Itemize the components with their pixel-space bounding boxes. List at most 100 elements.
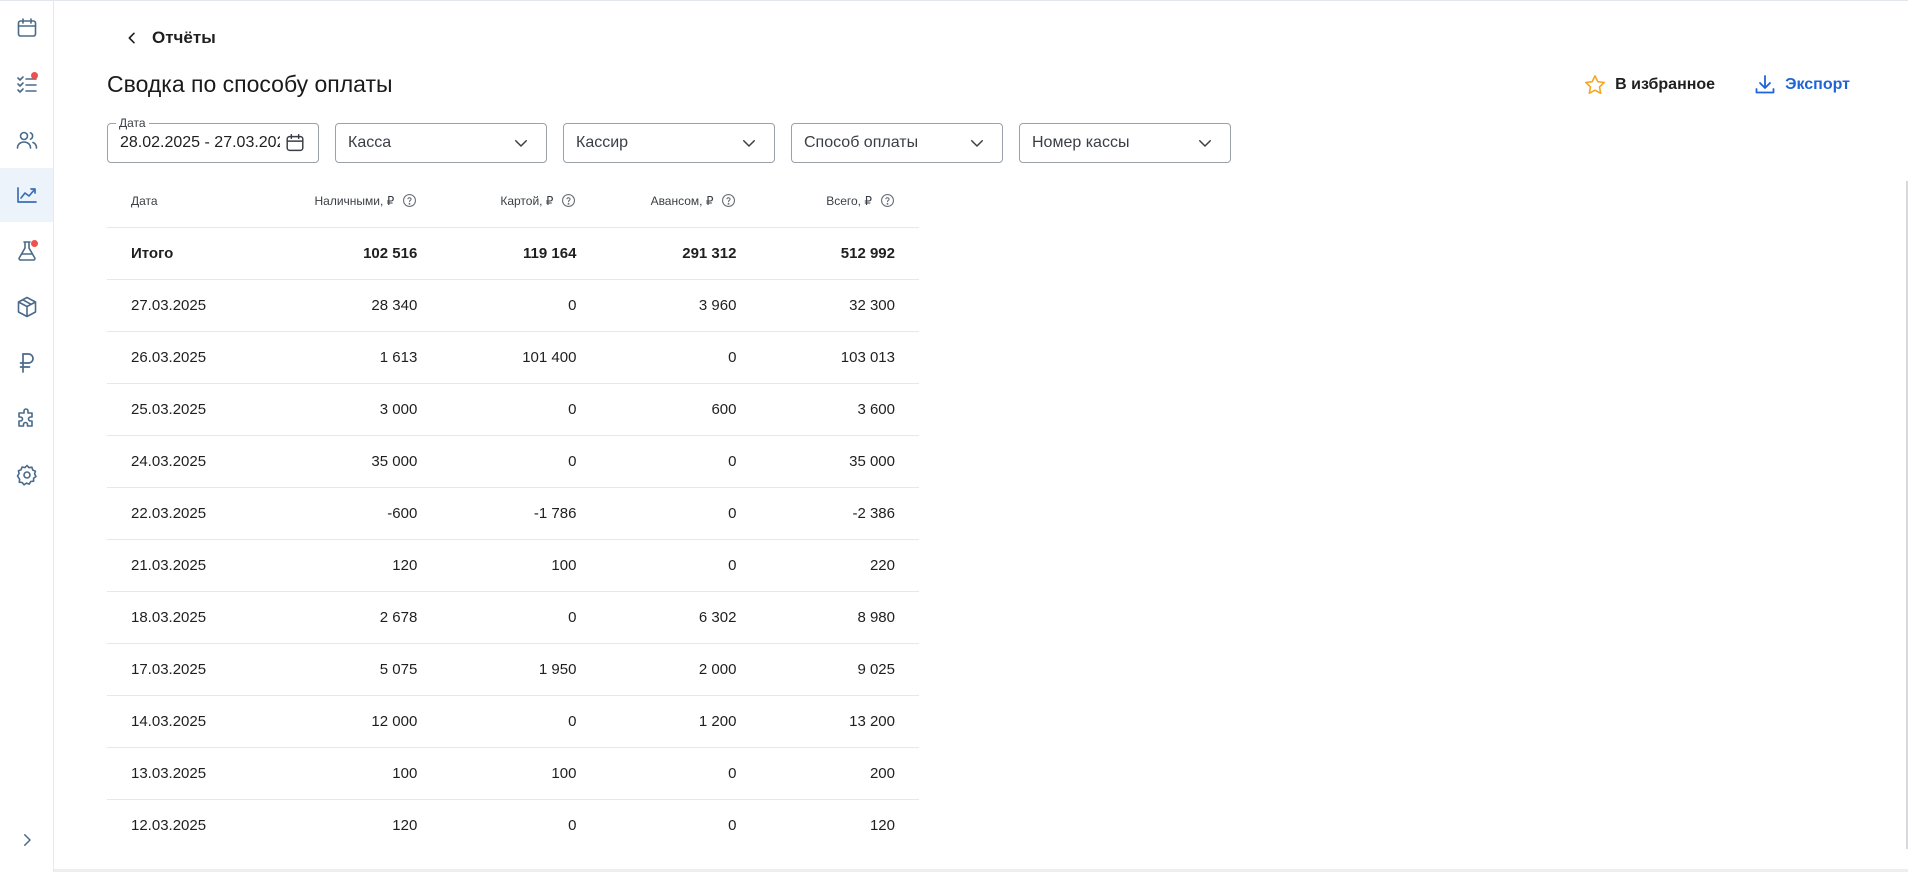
table-row[interactable]: 12.03.2025 120 0 0 120 [107,799,919,851]
cashier-select-placeholder: Кассир [576,134,629,151]
filters-bar: Дата 28.02.2025 - 27.03.2025 Касса Касси… [107,116,1231,163]
help-icon[interactable] [561,193,576,208]
row-advance: 3 960 [600,279,761,332]
chevron-down-icon [1199,140,1211,147]
sidebar-item-calendar[interactable] [0,1,53,55]
sidebar-item-inventory[interactable] [0,280,53,334]
row-date: 13.03.2025 [107,747,280,800]
help-icon[interactable] [880,193,895,208]
row-cash: 100 [279,747,442,800]
row-card: -1 786 [441,487,601,540]
sidebar-item-settings[interactable] [0,448,53,502]
row-cash: 35 000 [279,435,442,488]
row-sum: 13 200 [760,695,919,748]
row-sum: 3 600 [760,383,919,436]
table-row[interactable]: 25.03.2025 3 000 0 600 3 600 [107,383,919,436]
kassa-select-placeholder: Касса [348,134,392,151]
row-card: 100 [441,539,601,592]
help-icon[interactable] [721,193,736,208]
payment-method-select[interactable]: Способ оплаты [791,123,1003,163]
row-sum: 9 025 [760,643,919,696]
row-card: 100 [441,747,601,800]
row-sum: 35 000 [760,435,919,488]
table-row[interactable]: 27.03.2025 28 340 0 3 960 32 300 [107,279,919,332]
notification-badge [31,72,38,79]
calendar-icon[interactable] [284,132,306,154]
row-date: 24.03.2025 [107,435,280,488]
sidebar-item-reports[interactable] [0,168,53,222]
app-window: Отчёты Сводка по способу оплаты В избран… [0,0,1908,872]
page-actions: В избранное Экспорт [1583,73,1850,97]
row-cash: 120 [279,539,442,592]
row-sum: 103 013 [760,331,919,384]
chevron-right-icon [23,834,31,846]
sidebar-expand-button[interactable] [0,825,53,855]
table-row[interactable]: 17.03.2025 5 075 1 950 2 000 9 025 [107,643,919,696]
chevron-down-icon [515,140,527,147]
row-advance: 2 000 [600,643,761,696]
row-card: 1 950 [441,643,601,696]
chevron-down-icon [743,140,755,147]
chevron-down-icon [971,140,983,147]
row-advance: 0 [728,816,737,834]
column-header-card-label: Картой, ₽ [500,193,554,208]
sidebar-item-integrations[interactable] [0,392,53,446]
export-button[interactable]: Экспорт [1753,73,1850,97]
total-cash: 102 516 [279,227,442,280]
favorite-button[interactable]: В избранное [1583,73,1715,97]
total-sum: 512 992 [760,227,919,280]
table-total-row: Итого 102 516 119 164 291 312 512 992 [107,227,919,280]
row-date: 12.03.2025 [131,816,207,834]
row-advance: 600 [600,383,761,436]
cashier-select[interactable]: Кассир [563,123,775,163]
sidebar-item-lab[interactable] [0,224,53,278]
back-link[interactable]: Отчёты [124,25,216,51]
register-number-select[interactable]: Номер кассы [1019,123,1231,163]
row-advance: 0 [600,435,761,488]
row-sum: 220 [760,539,919,592]
row-advance: 0 [600,331,761,384]
table-row[interactable]: 18.03.2025 2 678 0 6 302 8 980 [107,591,919,644]
box-icon [17,296,36,318]
row-advance: 0 [600,747,761,800]
calendar-icon [17,18,36,37]
notification-badge [31,240,38,247]
row-card: 0 [441,695,601,748]
help-icon[interactable] [402,193,417,208]
star-icon [1585,75,1606,95]
page-title: Сводка по способу оплаты [107,71,393,97]
table-row[interactable]: 21.03.2025 120 100 0 220 [107,539,919,592]
kassa-select[interactable]: Касса [335,123,547,163]
date-range-label: Дата [116,116,149,130]
column-header-cash: Наличными, ₽ [279,175,442,228]
row-card: 0 [441,435,601,488]
row-advance: 0 [600,539,761,592]
sidebar [0,1,54,872]
row-card: 0 [568,816,577,834]
column-header-date-label: Дата [131,193,158,208]
row-cash: 3 000 [279,383,442,436]
table-row[interactable]: 13.03.2025 100 100 0 200 [107,747,919,800]
back-link-label: Отчёты [152,28,216,47]
sidebar-item-tasks[interactable] [0,57,53,111]
row-cash: 1 613 [279,331,442,384]
row-sum: 120 [869,816,895,834]
table-row[interactable]: 26.03.2025 1 613 101 400 0 103 013 [107,331,919,384]
row-card: 101 400 [441,331,601,384]
row-card: 0 [441,279,601,332]
sidebar-item-finance[interactable] [0,336,53,390]
sidebar-item-users[interactable] [0,113,53,167]
table-row[interactable]: 14.03.2025 12 000 0 1 200 13 200 [107,695,919,748]
favorite-label: В избранное [1615,76,1716,93]
table-row[interactable]: 22.03.2025 -600 -1 786 0 -2 386 [107,487,919,540]
total-label: Итого [107,227,280,280]
chevron-left-icon [128,32,135,44]
row-date: 22.03.2025 [107,487,280,540]
date-range-field[interactable]: Дата 28.02.2025 - 27.03.2025 [107,116,319,163]
row-cash: 12 000 [279,695,442,748]
analytics-icon [16,187,37,203]
export-label: Экспорт [1785,76,1850,93]
row-cash: 28 340 [279,279,442,332]
row-cash: 2 678 [279,591,442,644]
table-row[interactable]: 24.03.2025 35 000 0 0 35 000 [107,435,919,488]
